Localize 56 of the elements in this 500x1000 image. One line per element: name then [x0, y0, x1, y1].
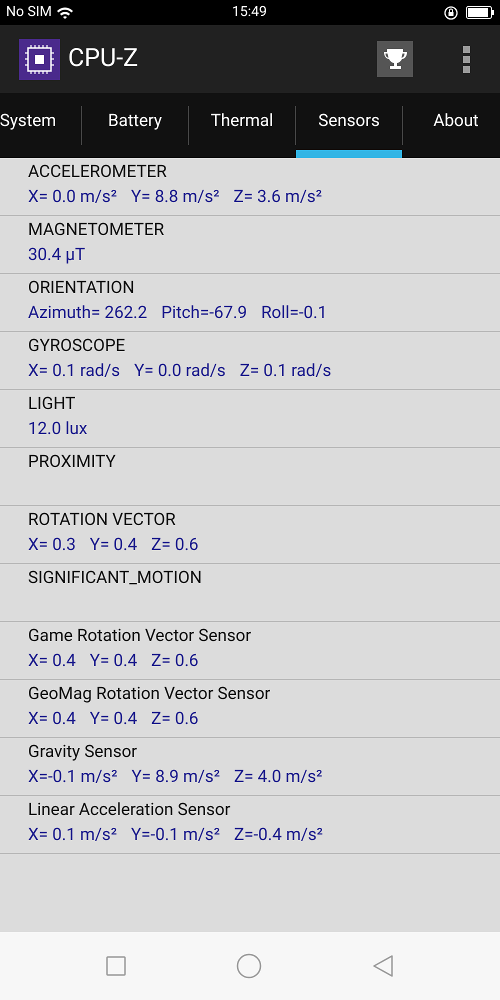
- sensor-value: Z=-0.4 m/s²: [234, 824, 323, 847]
- trophy-icon: [382, 46, 408, 72]
- sensor-value: Z= 4.0 m/s²: [234, 766, 322, 789]
- carrier-label: No SIM: [6, 3, 52, 22]
- sensor-value: 30.4 µT: [28, 244, 86, 267]
- sensor-value: Roll=-0.1: [261, 302, 328, 325]
- sensor-value: Azimuth= 262.2: [28, 302, 148, 325]
- clock: 15:49: [232, 3, 267, 22]
- sensor-name: LIGHT: [28, 393, 76, 416]
- sensor-name: PROXIMITY: [28, 451, 117, 474]
- sensor-value: Z= 0.6: [151, 650, 198, 673]
- tab[interactable]: Battery: [82, 93, 188, 158]
- tab[interactable]: System: [0, 93, 81, 158]
- sensor-name: GYROSCOPE: [28, 335, 126, 358]
- trophy-button[interactable]: [377, 41, 413, 77]
- sensor-value: Y= 0.4: [90, 708, 138, 731]
- rotation-lock-icon: [444, 6, 458, 20]
- sensor-value: Z= 0.1 rad/s: [240, 360, 332, 383]
- tab[interactable]: Thermal: [189, 93, 295, 158]
- sensor-value: Y= 0.4: [90, 650, 138, 673]
- sensor-value: Y=-0.1 m/s²: [130, 824, 220, 847]
- app-logo: [19, 38, 60, 80]
- sensor-value: X= 0.4: [28, 650, 76, 673]
- sensor-value: 12.0 lux: [28, 418, 88, 441]
- back-button[interactable]: [372, 954, 394, 978]
- sensor-name: ROTATION VECTOR: [28, 509, 177, 532]
- sensor-name: Game Rotation Vector Sensor: [28, 625, 252, 648]
- sensor-value: Pitch=-67.9: [161, 302, 248, 325]
- tab[interactable]: Sensors: [296, 93, 402, 158]
- sensor-value: Y= 8.9 m/s²: [131, 766, 220, 789]
- sensor-value: X= 0.0 m/s²: [28, 186, 117, 209]
- sensor-name: ORIENTATION: [28, 277, 136, 300]
- sensor-value: X=-0.1 m/s²: [28, 766, 118, 789]
- wifi-icon: [56, 6, 74, 20]
- sensor-value: Y= 0.4: [90, 534, 138, 557]
- tab[interactable]: About: [403, 93, 500, 158]
- sensor-name: Linear Acceleration Sensor: [28, 799, 232, 822]
- sensor-name: ACCELEROMETER: [28, 161, 168, 184]
- sensor-name: Gravity Sensor: [28, 741, 138, 764]
- battery-icon: [466, 6, 494, 19]
- sensor-name: SIGNIFICANT_MOTION: [28, 567, 203, 590]
- sensor-value: X= 0.4: [28, 708, 76, 731]
- sensor-value: X= 0.3: [28, 534, 76, 557]
- sensor-name: MAGNETOMETER: [28, 219, 166, 242]
- sensor-value: Z= 0.6: [151, 534, 198, 557]
- sensor-value: Z= 0.6: [151, 708, 198, 731]
- recents-button[interactable]: [106, 956, 126, 976]
- menu-button[interactable]: [463, 44, 470, 74]
- sensor-value: X= 0.1 m/s²: [28, 824, 117, 847]
- sensor-value: Z= 3.6 m/s²: [233, 186, 322, 209]
- sensor-value: Y= 8.8 m/s²: [130, 186, 220, 209]
- app-title: CPU-Z: [68, 43, 138, 76]
- home-button[interactable]: [236, 953, 262, 979]
- sensor-value: X= 0.1 rad/s: [28, 360, 120, 383]
- sensor-value: Y= 0.0 rad/s: [134, 360, 226, 383]
- sensor-name: GeoMag Rotation Vector Sensor: [28, 683, 272, 706]
